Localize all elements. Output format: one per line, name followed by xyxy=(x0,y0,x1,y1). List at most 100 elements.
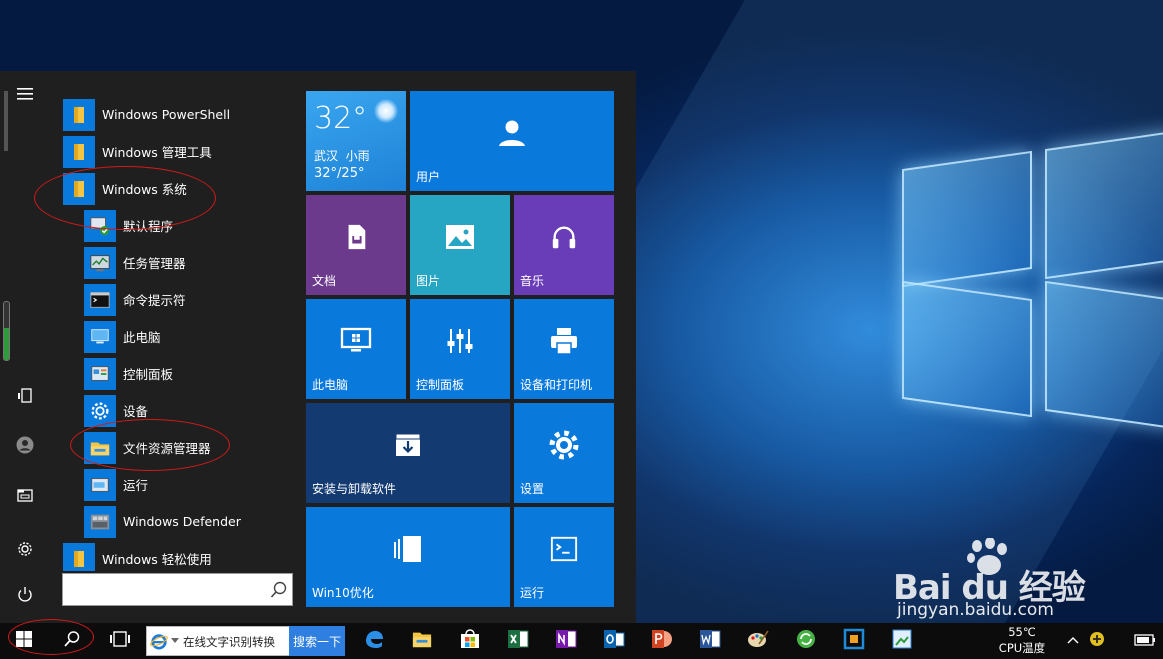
cpu-temperature[interactable]: 55℃ CPU温度 xyxy=(992,625,1052,659)
tile-install-uninstall[interactable]: 安装与卸载软件 xyxy=(306,403,510,503)
taskbar-app-edge[interactable] xyxy=(356,623,392,659)
windows-logo-pane xyxy=(902,280,1032,418)
app-label: Windows 轻松使用 xyxy=(102,552,212,567)
user-icon xyxy=(497,118,527,152)
annotation-circle xyxy=(8,619,94,655)
list-item-windows-powershell[interactable]: Windows PowerShell xyxy=(63,96,230,133)
app-label: 任务管理器 xyxy=(123,256,186,271)
search-icon[interactable] xyxy=(270,581,288,599)
taskbar-app-explorer[interactable] xyxy=(404,623,440,659)
hamburger-icon xyxy=(16,85,34,107)
search-go-button[interactable]: 搜索一下 xyxy=(289,626,345,656)
folder-icon xyxy=(63,542,95,571)
ocr-search-input[interactable]: 在线文字识别转换 xyxy=(183,634,275,650)
tile-settings[interactable]: 设置 xyxy=(514,403,614,503)
weather-city: 武汉 xyxy=(314,149,339,163)
weather-temp: 32° xyxy=(314,101,368,136)
taskbar-app-screenshot[interactable] xyxy=(884,623,920,659)
tile-win10-optimize[interactable]: Win10优化 xyxy=(306,507,510,607)
tile-music[interactable]: 音乐 xyxy=(514,195,614,295)
tile-control-panel[interactable]: 控制面板 xyxy=(410,299,510,399)
show-hidden-icons-button[interactable] xyxy=(1062,623,1084,659)
app-label: 命令提示符 xyxy=(123,293,186,308)
tile-pictures[interactable]: 图片 xyxy=(410,195,510,295)
plus-badge-icon xyxy=(1089,631,1105,651)
printer-icon xyxy=(549,326,579,360)
computer-icon xyxy=(340,326,372,360)
cpu-temp-label: CPU温度 xyxy=(998,641,1046,655)
tile-label: 图片 xyxy=(416,274,441,288)
tile-label: 控制面板 xyxy=(416,378,465,392)
taskbar-app-onenote[interactable] xyxy=(548,623,584,659)
tile-label: 设置 xyxy=(520,482,545,496)
power-button[interactable] xyxy=(8,581,42,611)
app-label: 设备 xyxy=(123,404,149,419)
windows-logo-pane xyxy=(1045,130,1163,280)
computer-icon xyxy=(84,320,116,353)
taskbar-app-word[interactable] xyxy=(692,623,728,659)
tile-devices-printers[interactable]: 设备和打印机 xyxy=(514,299,614,399)
app-label: 运行 xyxy=(123,478,149,493)
list-item-this-pc[interactable]: 此电脑 xyxy=(84,318,161,355)
ie-toolbar: 在线文字识别转换 搜索一下 xyxy=(146,626,345,656)
dropdown-arrow-icon[interactable] xyxy=(171,638,179,643)
tile-label: 音乐 xyxy=(520,274,545,288)
scrollbar-thumb[interactable] xyxy=(4,91,8,151)
windows-logo-pane xyxy=(902,150,1032,288)
start-search-box[interactable] xyxy=(62,573,293,606)
list-item-command-prompt[interactable]: 命令提示符 xyxy=(84,281,186,318)
cube-icon xyxy=(843,628,865,654)
list-item-task-manager[interactable]: 任务管理器 xyxy=(84,244,186,281)
battery-button[interactable] xyxy=(1130,623,1160,659)
app-label: Windows Defender xyxy=(123,514,241,529)
taskbar-app-paint[interactable] xyxy=(740,623,776,659)
optimize-icon xyxy=(391,534,425,568)
taskbar-app-refresh[interactable] xyxy=(788,623,824,659)
start-menu: Windows PowerShell Windows 管理工具 Windows … xyxy=(0,71,636,623)
windows-logo-pane xyxy=(1045,280,1163,430)
app-label: Windows 管理工具 xyxy=(102,145,212,160)
tile-this-pc[interactable]: 此电脑 xyxy=(306,299,406,399)
weather-city-condition: 武汉 小雨 xyxy=(314,147,370,164)
weather-tile[interactable]: 32° 武汉 小雨 32°/25° xyxy=(306,91,406,191)
task-view-button[interactable] xyxy=(102,623,138,659)
annotation-circle xyxy=(34,166,216,230)
list-item-windows-defender[interactable]: Windows Defender xyxy=(84,503,241,540)
outlook-icon xyxy=(603,628,625,654)
tablet-mode-button[interactable] xyxy=(8,383,42,413)
control-panel-icon xyxy=(84,357,116,390)
user-account-button[interactable] xyxy=(8,432,42,462)
gear-icon xyxy=(16,540,34,562)
expand-menu-button[interactable] xyxy=(8,81,42,111)
list-item-windows-admin-tools[interactable]: Windows 管理工具 xyxy=(63,133,212,170)
list-item-windows-ease-of-access[interactable]: Windows 轻松使用 xyxy=(63,540,212,571)
taskbar-app-powerpoint[interactable] xyxy=(644,623,680,659)
tablet-icon xyxy=(16,387,34,409)
app-list: Windows PowerShell Windows 管理工具 Windows … xyxy=(60,91,296,571)
cpu-temp-value: 55℃ xyxy=(1008,625,1036,639)
refresh-icon xyxy=(795,628,817,654)
settings-button[interactable] xyxy=(8,536,42,566)
tile-user[interactable]: 用户 xyxy=(410,91,614,191)
volume-indicator xyxy=(3,301,10,361)
taskbar-app-store[interactable] xyxy=(452,623,488,659)
run-icon xyxy=(84,468,116,501)
watermark-url: jingyan.baidu.com xyxy=(897,600,1054,620)
list-item-control-panel[interactable]: 控制面板 xyxy=(84,355,173,392)
file-explorer-icon xyxy=(411,629,433,653)
gear-icon xyxy=(548,429,580,465)
start-left-rail xyxy=(0,71,50,623)
tile-label: 设备和打印机 xyxy=(520,378,593,392)
taskbar-app-outlook[interactable] xyxy=(596,623,632,659)
taskbar-app-excel[interactable] xyxy=(500,623,536,659)
explorer-button[interactable] xyxy=(8,482,42,512)
powerpoint-icon xyxy=(651,628,673,654)
store-icon xyxy=(459,628,481,654)
search-input[interactable] xyxy=(67,578,267,602)
tile-label: 用户 xyxy=(416,170,441,184)
tile-documents[interactable]: 文档 xyxy=(306,195,406,295)
list-item-run[interactable]: 运行 xyxy=(84,466,148,503)
taskbar-app-virtualbox[interactable] xyxy=(836,623,872,659)
tray-app-button[interactable] xyxy=(1086,623,1108,659)
tile-run[interactable]: 运行 xyxy=(514,507,614,607)
